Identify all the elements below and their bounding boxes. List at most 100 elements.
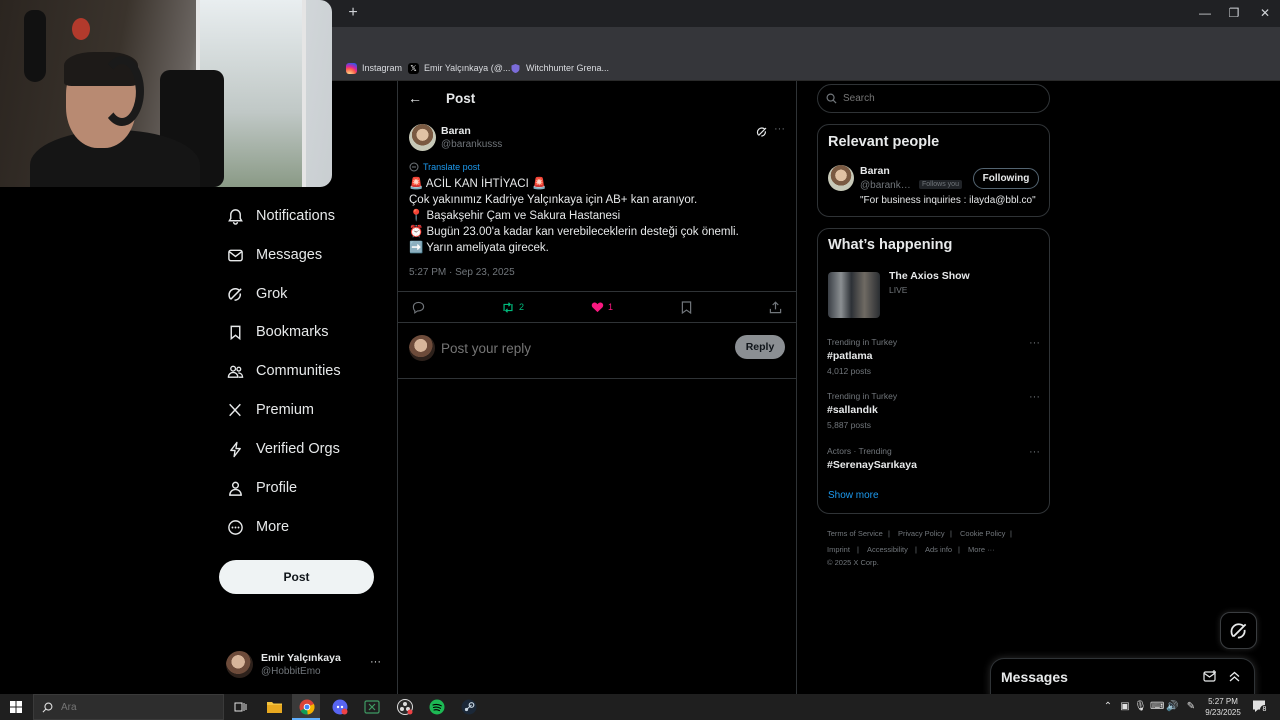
tray-microphone-icon[interactable]: 🎙 [1134, 700, 1147, 714]
reply-action[interactable] [412, 298, 429, 316]
restore-button[interactable]: ❐ [1219, 4, 1249, 22]
trend-more-button[interactable]: ··· [1029, 446, 1040, 458]
tweet-line: ➡️ Yarın ameliyata girecek. [409, 242, 549, 254]
sidebar-item-notifications[interactable]: Notifications [226, 203, 335, 229]
file-explorer-icon[interactable] [264, 697, 284, 717]
new-message-icon[interactable] [1203, 670, 1217, 688]
relevant-person-name[interactable]: Baran [860, 165, 890, 177]
obs-icon[interactable] [395, 697, 415, 717]
author-handle[interactable]: @barankusss [441, 139, 502, 150]
taskbar-search-input[interactable] [61, 701, 211, 713]
taskbar-clock[interactable]: 5:27 PM 9/23/2025 [1200, 696, 1246, 718]
tweet-timestamp[interactable]: 5:27 PM · Sep 23, 2025 [409, 267, 515, 278]
trend-more-button[interactable]: ··· [1029, 391, 1040, 403]
spotify-icon[interactable] [427, 697, 447, 717]
like-count: 1 [608, 302, 614, 312]
footer-link[interactable]: Ads info [925, 545, 952, 554]
tweet-more-button[interactable]: ··· [774, 123, 785, 135]
footer-link[interactable]: Privacy Policy [898, 529, 945, 538]
tray-network-icon[interactable]: ⌨ [1150, 700, 1164, 714]
trend-item[interactable]: Trending in Turkey #sallandık 5,887 post… [827, 391, 1042, 430]
messages-drawer[interactable]: Messages [990, 658, 1255, 698]
following-button[interactable]: Following [973, 168, 1039, 189]
notification-count-badge: 8 [1260, 705, 1269, 714]
bookmark-witchhunter[interactable]: Witchhunter Grena... [510, 60, 609, 76]
grok-icon [1230, 622, 1246, 639]
sidebar-item-more[interactable]: More [226, 514, 289, 540]
tray-camera-icon[interactable]: ▣ [1119, 700, 1131, 714]
search-input[interactable] [843, 93, 1033, 104]
steam-icon[interactable] [459, 697, 479, 717]
relevant-person-avatar[interactable] [828, 165, 854, 191]
tweet-line: ⏰ Bugün 23.00'a kadar kan verebilecekler… [409, 226, 739, 238]
reply-input[interactable] [441, 338, 711, 358]
sidebar-item-bookmarks[interactable]: Bookmarks [226, 319, 329, 345]
sidebar-item-verified-orgs[interactable]: Verified Orgs [226, 436, 340, 462]
reply-button[interactable]: Reply [735, 335, 785, 359]
show-more-link[interactable]: Show more [828, 490, 879, 501]
trend-more-button[interactable]: ··· [1029, 337, 1040, 349]
sidebar-item-premium[interactable]: Premium [226, 397, 314, 423]
translate-icon [409, 162, 419, 172]
grok-fab-button[interactable] [1220, 612, 1257, 649]
task-view-icon[interactable] [230, 697, 250, 717]
heart-icon [591, 302, 604, 313]
trend-meta: Trending in Turkey [827, 337, 898, 347]
axios-show-thumbnail[interactable] [828, 272, 880, 318]
bookmark-instagram[interactable]: Instagram [346, 60, 402, 76]
live-badge: LIVE [889, 285, 908, 295]
whats-happening-title: What’s happening [828, 237, 953, 253]
windows-start-icon[interactable] [6, 697, 26, 717]
post-button[interactable]: Post [219, 560, 374, 594]
chevron-up-icon[interactable] [1228, 670, 1241, 688]
author-name[interactable]: Baran [441, 125, 471, 137]
tray-pen-icon[interactable]: ✎ [1185, 700, 1197, 714]
tray-chevron-up-icon[interactable]: ⌃ [1102, 700, 1114, 714]
author-avatar[interactable] [409, 124, 436, 151]
account-switcher[interactable]: Emir Yalçınkaya @HobbitEmo [226, 648, 386, 680]
retweet-action[interactable]: 2 [501, 298, 524, 316]
back-button[interactable]: ← [408, 90, 422, 106]
footer-link[interactable]: Cookie Policy [960, 529, 1005, 538]
sidebar-item-messages[interactable]: Messages [226, 242, 322, 268]
taskbar-search-box[interactable] [33, 694, 224, 720]
footer-link[interactable]: Accessibility [867, 545, 908, 554]
chrome-icon[interactable] [297, 697, 317, 717]
account-more-button[interactable]: ··· [370, 656, 381, 668]
minimize-button[interactable]: — [1190, 4, 1220, 22]
like-action[interactable]: 1 [591, 298, 613, 316]
footer-link[interactable]: More ··· [968, 545, 995, 554]
sidebar-item-profile[interactable]: Profile [226, 475, 297, 501]
tray-volume-icon[interactable]: 🔊 [1166, 700, 1178, 714]
close-window-button[interactable]: ✕ [1250, 4, 1280, 22]
xbox-app-icon[interactable] [362, 697, 382, 717]
notification-center-icon[interactable]: 8 [1252, 699, 1269, 718]
trend-name: #patlama [827, 350, 873, 362]
trend-item[interactable]: Actors · Trending #SerenaySarıkaya ··· [827, 446, 1042, 471]
axios-show-title[interactable]: The Axios Show [889, 270, 970, 282]
messages-drawer-title: Messages [1001, 669, 1068, 685]
sidebar-item-communities[interactable]: Communities [226, 358, 341, 384]
bookmark-action[interactable] [681, 298, 692, 316]
relevant-person-handle[interactable]: @barankusss [860, 180, 916, 191]
search-box[interactable] [817, 84, 1050, 113]
envelope-icon [226, 246, 244, 264]
translate-post-link[interactable]: Translate post [409, 162, 480, 172]
footer-link[interactable]: Terms of Service [827, 529, 883, 538]
more-circle-icon [226, 518, 244, 536]
grok-icon[interactable] [756, 125, 768, 143]
webcam-mask [72, 18, 90, 40]
search-icon [42, 702, 53, 712]
trend-item[interactable]: Trending in Turkey #patlama 4,012 posts … [827, 337, 1042, 376]
trend-meta: Trending in Turkey [827, 391, 898, 401]
sidebar-item-grok[interactable]: Grok [226, 281, 287, 307]
bookmark-x-profile[interactable]: 𝕏 Emir Yalçınkaya (@... [408, 60, 510, 76]
share-action[interactable] [769, 298, 782, 316]
avatar [409, 335, 435, 361]
footer-link[interactable]: Imprint [827, 545, 850, 554]
new-tab-button[interactable]: + [344, 4, 362, 22]
discord-icon[interactable] [330, 697, 350, 717]
bookmark-label: Emir Yalçınkaya (@... [424, 63, 511, 73]
divider [398, 291, 796, 292]
grok-icon [226, 285, 244, 303]
